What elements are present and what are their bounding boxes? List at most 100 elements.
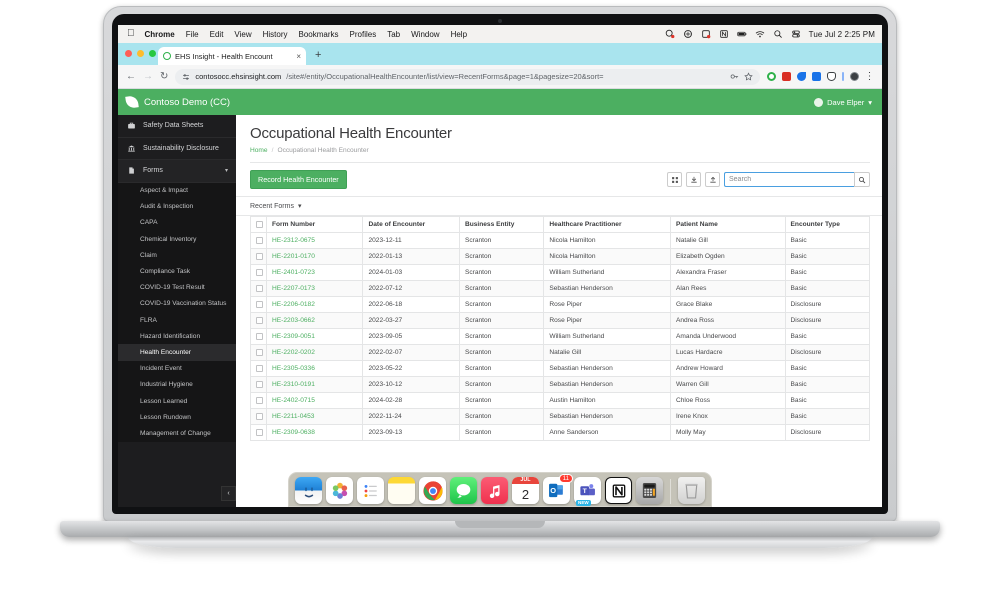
wifi-icon[interactable] <box>755 29 765 39</box>
sidebar-item-claim[interactable]: Claim <box>118 247 236 263</box>
back-button[interactable]: ← <box>126 71 136 82</box>
row-checkbox[interactable] <box>256 333 263 340</box>
column-header-practitioner[interactable]: Healthcare Practitioner <box>543 216 671 233</box>
column-header-entity[interactable]: Business Entity <box>458 216 545 233</box>
menubar-item-chrome[interactable]: Chrome <box>145 30 175 39</box>
sidebar-item-hazard-identification[interactable]: Hazard Identification <box>118 328 236 344</box>
row-select-cell[interactable] <box>250 328 267 345</box>
sidebar-item-safety-data-sheets[interactable]: Safety Data Sheets <box>118 115 236 138</box>
forward-button[interactable]: → <box>143 71 153 82</box>
bookmark-star-icon[interactable] <box>743 72 753 81</box>
sidebar-item-compliance-task[interactable]: Compliance Task <box>118 263 236 279</box>
control-center-icon[interactable] <box>791 29 801 39</box>
cell-form-number[interactable]: HE-2206-0182 <box>265 296 364 313</box>
close-window-button[interactable] <box>125 50 132 57</box>
row-checkbox[interactable] <box>256 413 263 420</box>
sidebar-collapse-button[interactable]: ‹ <box>221 486 236 501</box>
browser-tab[interactable]: EHS Insight - Health Encount × <box>158 47 306 65</box>
menubar-item-history[interactable]: History <box>263 30 288 39</box>
row-checkbox[interactable] <box>256 253 263 260</box>
table-row[interactable]: HE-2310-0191 2023-10-12 Scranton Sebastian … <box>250 376 871 393</box>
table-row[interactable]: HE-2207-0173 2022-07-12 Scranton Sebastian … <box>250 280 871 297</box>
row-select-cell[interactable] <box>250 360 267 377</box>
pdf-extension-icon[interactable] <box>781 72 791 81</box>
menubar-item-profiles[interactable]: Profiles <box>350 30 377 39</box>
sidebar-item-management-of-change[interactable]: Management of Change <box>118 425 236 441</box>
row-checkbox[interactable] <box>256 269 263 276</box>
download-button[interactable] <box>686 172 701 187</box>
maximize-window-button[interactable] <box>149 50 156 57</box>
sidebar-item-forms[interactable]: Forms ▾ <box>118 160 236 183</box>
table-row[interactable]: HE-2202-0202 2022-02-07 Scranton Natalie Gi… <box>250 344 871 361</box>
sidebar-item-incident-event[interactable]: Incident Event <box>118 361 236 377</box>
row-checkbox[interactable] <box>256 365 263 372</box>
table-row[interactable]: HE-2211-0453 2022-11-24 Scranton Sebastian … <box>250 408 871 425</box>
notion-menu-icon[interactable] <box>719 29 729 39</box>
table-row[interactable]: HE-2309-0638 2023-09-13 Scranton Anne Sande… <box>250 424 871 441</box>
cell-form-number[interactable]: HE-2202-0202 <box>265 344 364 361</box>
sidebar-item-health-encounter[interactable]: Health Encounter <box>118 344 236 361</box>
table-row[interactable]: HE-2206-0182 2022-06-18 Scranton Rose Piper… <box>250 296 871 313</box>
record-health-encounter-button[interactable]: Record Health Encounter <box>250 170 347 189</box>
password-key-icon[interactable] <box>730 72 739 81</box>
select-all-checkbox[interactable] <box>256 221 263 228</box>
sidebar-item-sustainability-disclosure[interactable]: Sustainability Disclosure <box>118 138 236 160</box>
table-row[interactable]: HE-2312-0675 2023-12-11 Scranton Nicola Ham… <box>250 232 871 249</box>
sidebar-item-covid-19-test-result[interactable]: COVID-19 Test Result <box>118 280 236 296</box>
cell-form-number[interactable]: HE-2201-0170 <box>265 248 364 265</box>
row-select-cell[interactable] <box>250 344 267 361</box>
row-checkbox[interactable] <box>256 301 263 308</box>
row-select-cell[interactable] <box>250 408 267 425</box>
profile-avatar-icon[interactable] <box>849 72 859 81</box>
tag-extension-icon[interactable] <box>796 72 806 81</box>
sidebar-item-flra[interactable]: FLRA <box>118 312 236 328</box>
cell-form-number[interactable]: HE-2203-0662 <box>265 312 364 329</box>
table-row[interactable]: HE-2309-0051 2023-09-05 Scranton William Su… <box>250 328 871 345</box>
view-filter-bar[interactable]: Recent Forms ▾ <box>236 196 882 216</box>
column-header-form-number[interactable]: Form Number <box>265 216 364 233</box>
row-select-cell[interactable] <box>250 248 267 265</box>
menubar-clock[interactable]: Tue Jul 2 2:25 PM <box>809 30 875 39</box>
address-bar[interactable]: contosocc.ehsinsight.com /site#/entity/O… <box>175 68 760 85</box>
row-checkbox[interactable] <box>256 285 263 292</box>
row-checkbox[interactable] <box>256 237 263 244</box>
cell-form-number[interactable]: HE-2312-0675 <box>265 232 364 249</box>
cell-form-number[interactable]: HE-2211-0453 <box>265 408 364 425</box>
new-tab-button[interactable]: + <box>315 50 321 61</box>
column-header-type[interactable]: Encounter Type <box>784 216 871 233</box>
sidebar-item-aspect-impact[interactable]: Aspect & Impact <box>118 183 236 199</box>
close-tab-icon[interactable]: × <box>296 52 301 61</box>
upload-button[interactable] <box>705 172 720 187</box>
compass-extension-icon[interactable] <box>811 72 821 81</box>
cell-form-number[interactable]: HE-2305-0336 <box>265 360 364 377</box>
menubar-item-tab[interactable]: Tab <box>387 30 400 39</box>
apple-logo-icon[interactable]:  <box>127 29 135 39</box>
sidebar-item-covid-19-vaccination-status[interactable]: COVID-19 Vaccination Status <box>118 296 236 312</box>
row-select-cell[interactable] <box>250 312 267 329</box>
row-select-cell[interactable] <box>250 424 267 441</box>
sidebar-item-chemical-inventory[interactable]: Chemical Inventory <box>118 231 236 247</box>
table-row[interactable]: HE-2203-0662 2022-03-27 Scranton Rose Piper… <box>250 312 871 329</box>
clipboard-extension-icon[interactable] <box>826 72 836 81</box>
spotlight-search-icon[interactable] <box>773 29 783 39</box>
menubar-item-view[interactable]: View <box>234 30 251 39</box>
breadcrumb-home-link[interactable]: Home <box>250 147 268 154</box>
chrome-menu-icon[interactable]: ⋮ <box>865 71 875 82</box>
table-row[interactable]: HE-2305-0336 2023-05-22 Scranton Sebastian … <box>250 360 871 377</box>
screen-share-icon[interactable] <box>683 29 693 39</box>
menubar-item-file[interactable]: File <box>186 30 199 39</box>
table-row[interactable]: HE-2201-0170 2022-01-13 Scranton Nicola Ham… <box>250 248 871 265</box>
menubar-item-edit[interactable]: Edit <box>210 30 224 39</box>
row-select-cell[interactable] <box>250 392 267 409</box>
sidebar-item-lesson-learned[interactable]: Lesson Learned <box>118 393 236 409</box>
colorpicker-icon[interactable] <box>701 29 711 39</box>
columns-grid-button[interactable] <box>667 172 682 187</box>
sidebar-item-lesson-rundown[interactable]: Lesson Rundown <box>118 409 236 425</box>
row-select-cell[interactable] <box>250 232 267 249</box>
row-select-cell[interactable] <box>250 264 267 281</box>
minimize-window-button[interactable] <box>137 50 144 57</box>
row-checkbox[interactable] <box>256 397 263 404</box>
search-button[interactable] <box>854 172 870 187</box>
cell-form-number[interactable]: HE-2401-0723 <box>265 264 364 281</box>
cell-form-number[interactable]: HE-2309-0638 <box>265 424 364 441</box>
